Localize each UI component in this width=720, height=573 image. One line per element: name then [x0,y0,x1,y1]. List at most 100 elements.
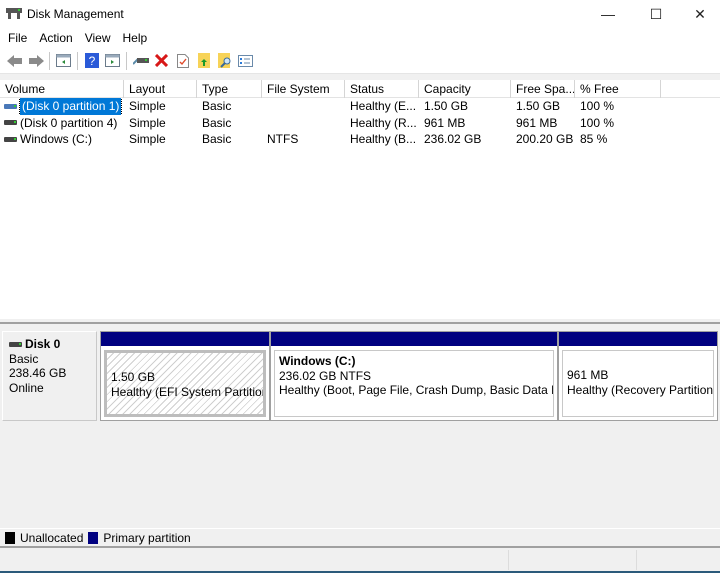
volume-name: (Disk 0 partition 1) [18,98,123,115]
volume-row[interactable]: (Disk 0 partition 4) Simple Basic Health… [0,115,720,132]
partition-size: 961 MB [567,368,609,382]
menu-view[interactable]: View [79,28,117,48]
column-header-file-system[interactable]: File System [262,80,345,98]
volume-row[interactable]: (Disk 0 partition 1) Simple Basic Health… [0,98,720,115]
close-button[interactable]: ✕ [680,0,720,28]
legend-label-primary-partition: Primary partition [103,530,191,545]
partition-type-bar [271,332,557,346]
volume-capacity: 1.50 GB [424,99,469,113]
settings-button[interactable] [235,51,256,71]
volume-file-system [262,115,345,132]
volume-type: Basic [202,132,232,146]
explore-button[interactable] [214,51,235,71]
volume-file-system [262,98,345,115]
partition-status: Healthy (Boot, Page File, Crash Dump, Ba… [279,383,554,397]
open-button[interactable] [193,51,214,71]
column-header-volume[interactable]: Volume [0,80,124,98]
column-header-filler [661,80,720,98]
partition-efi[interactable]: 1.50 GB Healthy (EFI System Partition) [100,331,270,421]
partition-status: Healthy (Recovery Partition) [567,382,714,397]
connect-disk-button[interactable] [130,51,151,71]
volume-capacity: 961 MB [424,115,466,130]
volume-icon [4,103,17,109]
disk-size: 238.46 GB [9,366,67,380]
legend-swatch-unallocated [5,531,15,544]
partition-size: 1.50 GB [111,370,156,384]
partition-recovery[interactable]: 961 MB Healthy (Recovery Partition) [558,331,718,421]
column-header-capacity[interactable]: Capacity [419,80,511,98]
volume-list-header: Volume Layout Type File System Status Ca… [0,80,720,98]
toolbar-separator [49,51,50,70]
volume-file-system: NTFS [267,132,299,146]
volume-layout: Simple [129,115,166,130]
maximize-button[interactable]: ☐ [636,0,676,28]
partition-type-bar [559,332,717,346]
partition-size: 236.02 GB NTFS [279,368,372,383]
volume-free-space: 961 MB [516,115,558,130]
volume-free-space: 200.20 GB [516,132,574,146]
help-button[interactable]: ? [81,51,102,71]
status-bar-section [637,550,720,570]
help-icon: ? [84,53,99,68]
volume-icon [4,136,17,142]
volume-status: Healthy (R... [350,115,417,130]
pane-splitter[interactable] [0,318,720,324]
disk-0-label[interactable]: Disk 0 Basic 238.46 GB Online [2,331,97,421]
partition-title: Windows (C:) [279,354,356,368]
disk-state: Online [9,380,44,395]
back-button[interactable] [4,51,25,71]
partition-title [567,354,709,368]
column-header-status[interactable]: Status [345,80,419,98]
volume-name: Windows (C:) [20,132,93,146]
volume-capacity: 236.02 GB [424,132,482,146]
disk-management-icon [6,8,22,19]
explore-folder-icon [217,53,230,68]
column-header-free-space[interactable]: Free Spa... [511,80,575,98]
properties-button[interactable] [172,51,193,71]
menu-file[interactable]: File [2,28,33,48]
disk-icon [9,341,22,347]
open-folder-up-icon [197,53,210,68]
connect-disk-icon [132,57,149,65]
volume-type: Basic [202,99,232,113]
forward-button[interactable] [25,51,46,71]
volume-row[interactable]: Windows (C:) Simple Basic NTFS Healthy (… [0,131,720,148]
status-bar-section [0,550,509,570]
volume-free-space: 1.50 GB [516,99,561,113]
menu-bar: File Action View Help [0,28,720,48]
toolbar-separator [126,51,127,70]
disk-graph-pane: Disk 0 Basic 238.46 GB Online 1.50 GB He… [0,326,720,528]
volume-layout: Simple [129,132,166,146]
settings-list-icon [238,54,253,67]
window-title: Disk Management [27,7,124,21]
volume-type: Basic [202,115,232,130]
show-hide-console-tree-button[interactable] [53,51,74,71]
volume-icon [4,120,17,126]
status-bar [0,550,720,570]
partition-title [111,356,259,370]
legend-label-unallocated: Unallocated [20,530,84,545]
toolbar: ? [0,48,720,74]
column-header-layout[interactable]: Layout [124,80,197,98]
disk-type: Basic [9,351,39,366]
column-header-type[interactable]: Type [197,80,262,98]
column-header-percent-free[interactable]: % Free [575,80,661,98]
show-hide-console-tree-icon [56,54,71,67]
minimize-button[interactable]: — [588,0,628,28]
volume-percent-free: 85 % [580,132,608,146]
volume-status: Healthy (E... [350,99,417,113]
menu-help[interactable]: Help [117,28,154,48]
partition-windows-c[interactable]: Windows (C:) 236.02 GB NTFS Healthy (Boo… [270,331,558,421]
disk-name: Disk 0 [25,337,61,351]
menu-action[interactable]: Action [33,28,78,48]
title-bar: Disk Management — ☐ ✕ [0,0,720,28]
volume-status: Healthy (B... [350,132,417,146]
show-hide-action-pane-icon [105,54,120,67]
legend-swatch-primary-partition [88,531,99,544]
volume-list: Volume Layout Type File System Status Ca… [0,80,720,318]
show-hide-action-pane-button[interactable] [102,51,123,71]
delete-button[interactable] [151,51,172,71]
toolbar-separator [77,51,78,70]
back-arrow-icon [6,54,22,67]
volume-percent-free: 100 % [580,115,615,130]
